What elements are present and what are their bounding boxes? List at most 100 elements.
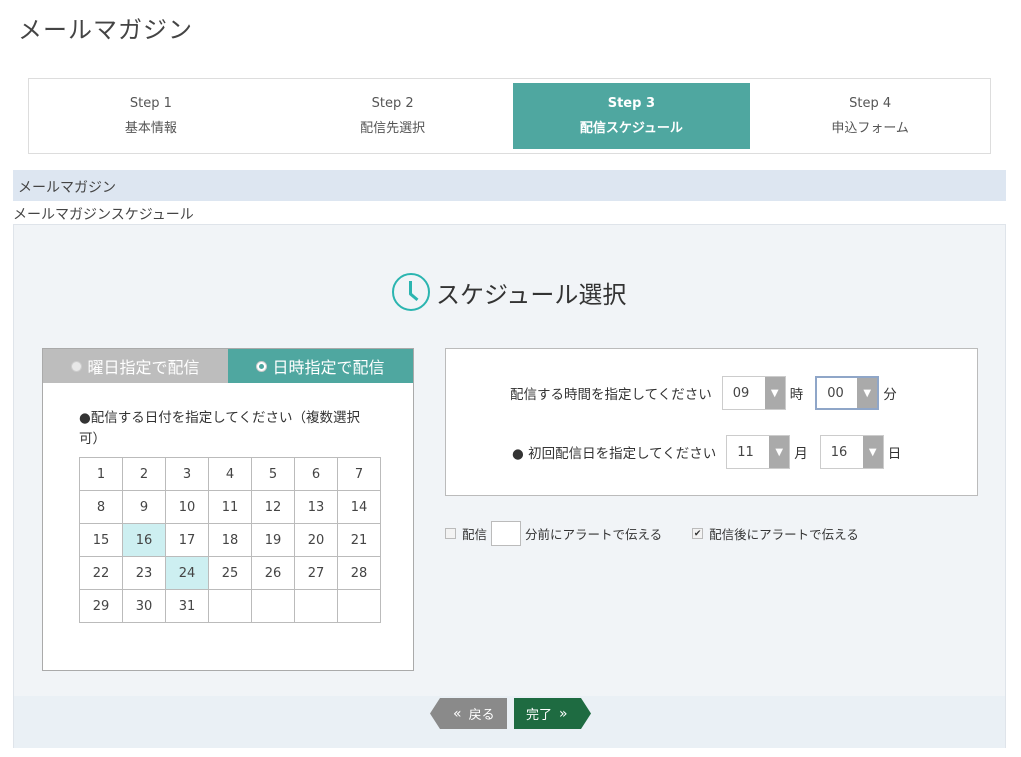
calendar-week-row: 15 16 17 18 19 20 21	[79, 523, 381, 557]
calendar-day-10[interactable]: 10	[165, 490, 209, 524]
caret-down-icon: ▼	[769, 436, 790, 468]
hour-unit: 時	[789, 387, 804, 403]
calendar-day-17[interactable]: 17	[165, 523, 209, 557]
stepper: Step 1 基本情報 Step 2 配信先選択 Step 3 配信スケジュール…	[28, 78, 991, 154]
calendar-day-21[interactable]: 21	[337, 523, 381, 557]
caret-down-icon: ▼	[857, 378, 878, 408]
tab-weekday[interactable]: 曜日指定で配信	[43, 349, 228, 383]
calendar-day-25[interactable]: 25	[208, 556, 252, 590]
time-settings-box: 配信する時間を指定してください 09 ▼ 時 00 ▼ 分 ● 初回配信日を指定…	[445, 348, 978, 496]
caret-down-icon: ▼	[862, 436, 883, 468]
calendar-day-3[interactable]: 3	[165, 457, 209, 491]
calendar-day-18[interactable]: 18	[208, 523, 252, 557]
calendar-day-4[interactable]: 4	[208, 457, 252, 491]
minute-value: 00	[827, 385, 844, 401]
calendar-day-30[interactable]: 30	[122, 589, 166, 623]
alert-options: 配信 分前にアラートで伝える ✔ 配信後にアラートで伝える	[445, 521, 859, 546]
calendar-day-14[interactable]: 14	[337, 490, 381, 524]
calendar-day-1[interactable]: 1	[79, 457, 123, 491]
calendar-day-15[interactable]: 15	[79, 523, 123, 557]
alert-after-label: 配信後にアラートで伝える	[709, 527, 859, 542]
calendar-day-29[interactable]: 29	[79, 589, 123, 623]
month-value: 11	[737, 444, 754, 460]
calendar-week-row: 8 9 10 11 12 13 14	[79, 490, 381, 524]
calendar: 1 2 3 4 5 6 7 8 9 10 11 12 13 14 15 16 17 18 19 20 21 22 23 24 2…	[79, 457, 381, 623]
panel-footer	[14, 696, 1005, 748]
alert-minutes-input[interactable]	[491, 521, 522, 546]
calendar-day-20[interactable]: 20	[294, 523, 338, 557]
minute-select[interactable]: 00 ▼	[815, 376, 880, 410]
calendar-day-24[interactable]: 24	[165, 556, 209, 590]
alert-after-checkbox[interactable]: ✔	[692, 528, 704, 539]
step-label: 配信スケジュール	[579, 121, 683, 136]
minute-unit: 分	[883, 387, 897, 403]
schedule-title-text: スケジュール選択	[436, 280, 627, 309]
done-button[interactable]: 完了 »	[514, 698, 591, 729]
alert-before-suffix: 分前にアラートで伝える	[525, 527, 663, 542]
caret-down-icon: ▼	[764, 377, 785, 409]
calendar-week-row: 1234567	[79, 457, 381, 491]
hour-value: 09	[732, 385, 750, 401]
done-button-label: 完了	[526, 708, 553, 723]
month-unit: 月	[794, 446, 808, 462]
calendar-day-7[interactable]: 7	[337, 457, 381, 491]
schedule-tabs: 曜日指定で配信 日時指定で配信	[43, 349, 413, 383]
calendar-day-26[interactable]: 26	[251, 556, 295, 590]
step-label: 申込フォーム	[831, 121, 909, 136]
double-chevron-left-icon: «	[453, 705, 462, 722]
calendar-day-12[interactable]: 12	[251, 490, 295, 524]
tab-label: 曜日指定で配信	[87, 358, 200, 377]
calendar-empty-cell	[251, 589, 295, 623]
calendar-day-5[interactable]: 5	[251, 457, 295, 491]
calendar-description: ●配信する日付を指定してください（複数選択可）	[79, 410, 360, 447]
double-chevron-right-icon: »	[559, 705, 568, 722]
calendar-day-31[interactable]: 31	[165, 589, 209, 623]
step-3[interactable]: Step 3 配信スケジュール	[512, 83, 751, 149]
calendar-empty-cell	[337, 589, 381, 623]
clock-icon	[392, 273, 430, 311]
step-number: Step 1	[129, 96, 172, 111]
section-bar: メールマガジン	[13, 170, 1006, 201]
calendar-week-row: 29 30 31	[79, 589, 381, 623]
calendar-day-22[interactable]: 22	[79, 556, 123, 590]
step-number: Step 3	[607, 96, 656, 111]
month-select[interactable]: 11 ▼	[726, 435, 791, 469]
calendar-day-2[interactable]: 2	[122, 457, 166, 491]
tab-datetime[interactable]: 日時指定で配信	[228, 349, 413, 383]
alert-before-checkbox[interactable]	[445, 528, 456, 539]
step-4[interactable]: Step 4 申込フォーム	[750, 83, 990, 149]
calendar-day-8[interactable]: 8	[79, 490, 123, 524]
calendar-day-19[interactable]: 19	[251, 523, 295, 557]
step-number: Step 2	[371, 96, 414, 111]
calendar-empty-cell	[294, 589, 338, 623]
calendar-day-11[interactable]: 11	[208, 490, 252, 524]
date-selection-box: 曜日指定で配信 日時指定で配信 ●配信する日付を指定してください（複数選択可） …	[42, 348, 414, 671]
radio-selected-icon	[256, 360, 268, 372]
radio-icon	[71, 360, 83, 372]
calendar-day-27[interactable]: 27	[294, 556, 338, 590]
day-value: 16	[830, 444, 848, 460]
schedule-panel: スケジュール選択 曜日指定で配信 日時指定で配信 ●配信する日付を指定してくださ…	[13, 224, 1006, 748]
hour-select[interactable]: 09 ▼	[721, 376, 786, 410]
back-button[interactable]: « 戻る	[430, 698, 507, 729]
step-label: 配信先選択	[360, 121, 426, 136]
step-label: 基本情報	[124, 121, 177, 136]
section-subtitle: メールマガジンスケジュール	[13, 207, 194, 223]
schedule-title: スケジュール選択	[392, 273, 626, 311]
step-1[interactable]: Step 1 基本情報	[29, 83, 273, 149]
time-label: 配信する時間を指定してください	[510, 387, 712, 403]
step-number: Step 4	[849, 96, 892, 111]
calendar-day-13[interactable]: 13	[294, 490, 338, 524]
page-title: メールマガジン	[18, 16, 193, 44]
first-date-label: ● 初回配信日を指定してください	[512, 446, 717, 462]
calendar-day-28[interactable]: 28	[337, 556, 381, 590]
alert-before-prefix: 配信	[462, 527, 488, 542]
day-select[interactable]: 16 ▼	[819, 435, 884, 469]
tab-label: 日時指定で配信	[272, 358, 385, 377]
step-2[interactable]: Step 2 配信先選択	[273, 83, 513, 149]
calendar-day-16[interactable]: 16	[122, 523, 166, 557]
calendar-day-23[interactable]: 23	[122, 556, 166, 590]
calendar-day-6[interactable]: 6	[294, 457, 338, 491]
calendar-day-9[interactable]: 9	[122, 490, 166, 524]
day-unit: 日	[887, 446, 902, 462]
